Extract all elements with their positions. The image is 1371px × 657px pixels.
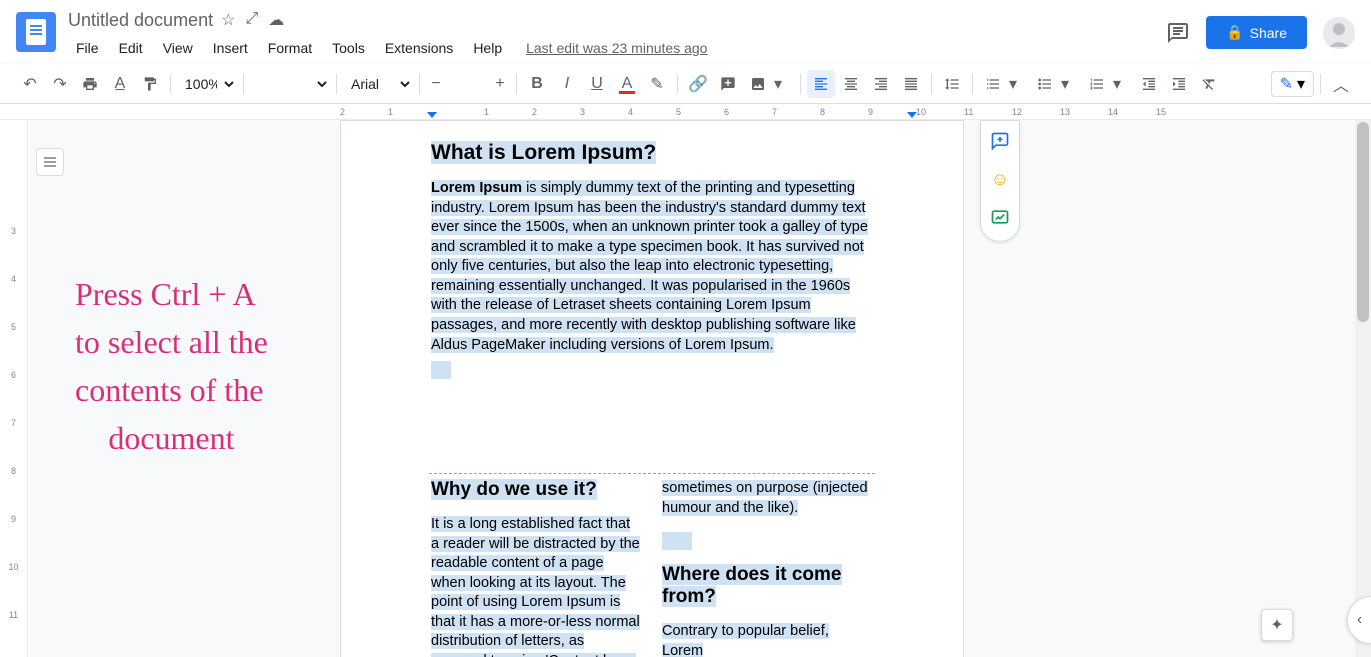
align-left-button[interactable] xyxy=(807,70,835,98)
font-size-increase[interactable]: + xyxy=(490,74,510,94)
menu-extensions[interactable]: Extensions xyxy=(377,36,461,60)
indent-marker-left[interactable] xyxy=(427,112,437,118)
show-outline-button[interactable] xyxy=(36,148,64,176)
indent-decrease-button[interactable] xyxy=(1135,70,1163,98)
menu-edit[interactable]: Edit xyxy=(111,36,151,60)
comments-icon[interactable] xyxy=(1166,21,1190,45)
toolbar: ↶ ↷ A̲ 100% Arial − + B I U A ✎ 🔗 ▾ ▾ ▾ … xyxy=(0,64,1371,104)
heading-2[interactable]: Why do we use it? xyxy=(431,479,597,500)
zoom-select[interactable]: 100% xyxy=(177,72,237,96)
col2-text[interactable]: sometimes on purpose (injected humour an… xyxy=(662,480,868,516)
font-select[interactable]: Arial xyxy=(343,72,413,96)
cloud-icon[interactable]: ☁ xyxy=(268,10,284,30)
app-header: Untitled document ☆ ⤢ ☁ File Edit View I… xyxy=(0,0,1371,64)
style-select[interactable] xyxy=(250,72,330,96)
align-justify-button[interactable] xyxy=(897,70,925,98)
menu-format[interactable]: Format xyxy=(260,36,320,60)
font-size-input[interactable] xyxy=(448,76,488,91)
checklist-button[interactable] xyxy=(979,70,1007,98)
menu-insert[interactable]: Insert xyxy=(205,36,256,60)
menu-tools[interactable]: Tools xyxy=(324,36,373,60)
side-panel-toggle[interactable]: ‹ xyxy=(1347,596,1371,644)
paragraph-3[interactable]: Contrary to popular belief, Lorem xyxy=(662,623,829,657)
chevron-down-icon: ▾ xyxy=(1297,74,1305,94)
font-size-decrease[interactable]: − xyxy=(426,74,446,94)
heading-3[interactable]: Where does it come from? xyxy=(662,564,842,607)
highlight-button[interactable]: ✎ xyxy=(643,70,671,98)
bold-button[interactable]: B xyxy=(523,70,551,98)
align-center-button[interactable] xyxy=(837,70,865,98)
scrollbar-thumb[interactable] xyxy=(1357,122,1369,322)
horizontal-ruler[interactable]: 2 1 1 2 3 4 5 6 7 8 9 10 11 12 13 14 15 xyxy=(0,104,1371,120)
align-right-button[interactable] xyxy=(867,70,895,98)
document-title[interactable]: Untitled document xyxy=(68,10,213,31)
collapse-toolbar-button[interactable]: ︿ xyxy=(1327,70,1355,98)
vertical-ruler[interactable]: 3 4 5 6 7 8 9 10 11 12 xyxy=(0,120,28,657)
menu-file[interactable]: File xyxy=(68,36,107,60)
last-edit-link[interactable]: Last edit was 23 minutes ago xyxy=(526,40,707,56)
docs-logo[interactable] xyxy=(16,12,56,52)
paint-format-button[interactable] xyxy=(136,70,164,98)
numbered-list-button[interactable] xyxy=(1083,70,1111,98)
vertical-scrollbar[interactable] xyxy=(1355,120,1371,657)
empty-selection xyxy=(431,361,451,379)
float-add-comment-icon[interactable] xyxy=(988,129,1012,153)
indent-increase-button[interactable] xyxy=(1165,70,1193,98)
print-button[interactable] xyxy=(76,70,104,98)
annotation-overlay: Press Ctrl + A to select all the content… xyxy=(75,270,268,462)
share-label: Share xyxy=(1250,25,1287,41)
paragraph-2[interactable]: It is a long established fact that a rea… xyxy=(431,516,640,657)
clear-formatting-button[interactable] xyxy=(1195,70,1223,98)
add-comment-button[interactable] xyxy=(714,70,742,98)
float-emoji-icon[interactable]: ☺ xyxy=(988,167,1012,191)
insert-image-button[interactable] xyxy=(744,70,772,98)
heading-1[interactable]: What is Lorem Ipsum? xyxy=(431,141,656,164)
undo-button[interactable]: ↶ xyxy=(16,70,44,98)
indent-marker-right[interactable] xyxy=(907,112,917,118)
document-area: 3 4 5 6 7 8 9 10 11 12 What is Lorem Ips… xyxy=(0,120,1371,657)
star-icon[interactable]: ☆ xyxy=(221,10,235,30)
menu-view[interactable]: View xyxy=(155,36,201,60)
redo-button[interactable]: ↷ xyxy=(46,70,74,98)
insert-link-button[interactable]: 🔗 xyxy=(684,70,712,98)
account-avatar[interactable] xyxy=(1323,17,1355,49)
spellcheck-button[interactable]: A̲ xyxy=(106,70,134,98)
text-color-button[interactable]: A xyxy=(613,70,641,98)
explore-button[interactable]: ✦ xyxy=(1261,609,1293,641)
line-spacing-button[interactable] xyxy=(938,70,966,98)
floating-toolbar: ☺ xyxy=(980,120,1020,242)
move-icon[interactable]: ⤢ xyxy=(245,10,258,30)
empty-selection-2 xyxy=(662,532,692,550)
underline-button[interactable]: U xyxy=(583,70,611,98)
float-suggest-icon[interactable] xyxy=(988,205,1012,229)
pen-icon: ✎ xyxy=(1280,74,1293,94)
lock-icon: 🔒 xyxy=(1226,24,1243,41)
editing-mode-button[interactable]: ✎ ▾ xyxy=(1271,71,1314,97)
checklist-dropdown[interactable]: ▾ xyxy=(1009,74,1029,94)
menu-bar: File Edit View Insert Format Tools Exten… xyxy=(68,36,1166,60)
image-dropdown[interactable]: ▾ xyxy=(774,74,794,94)
italic-button[interactable]: I xyxy=(553,70,581,98)
paragraph-1[interactable]: Lorem Ipsum is simply dummy text of the … xyxy=(431,179,873,355)
bullet-list-button[interactable] xyxy=(1031,70,1059,98)
share-button[interactable]: 🔒 Share xyxy=(1206,16,1307,49)
menu-help[interactable]: Help xyxy=(465,36,510,60)
document-page[interactable]: What is Lorem Ipsum? Lorem Ipsum is simp… xyxy=(340,120,964,657)
numbered-dropdown[interactable]: ▾ xyxy=(1113,74,1133,94)
bullet-dropdown[interactable]: ▾ xyxy=(1061,74,1081,94)
